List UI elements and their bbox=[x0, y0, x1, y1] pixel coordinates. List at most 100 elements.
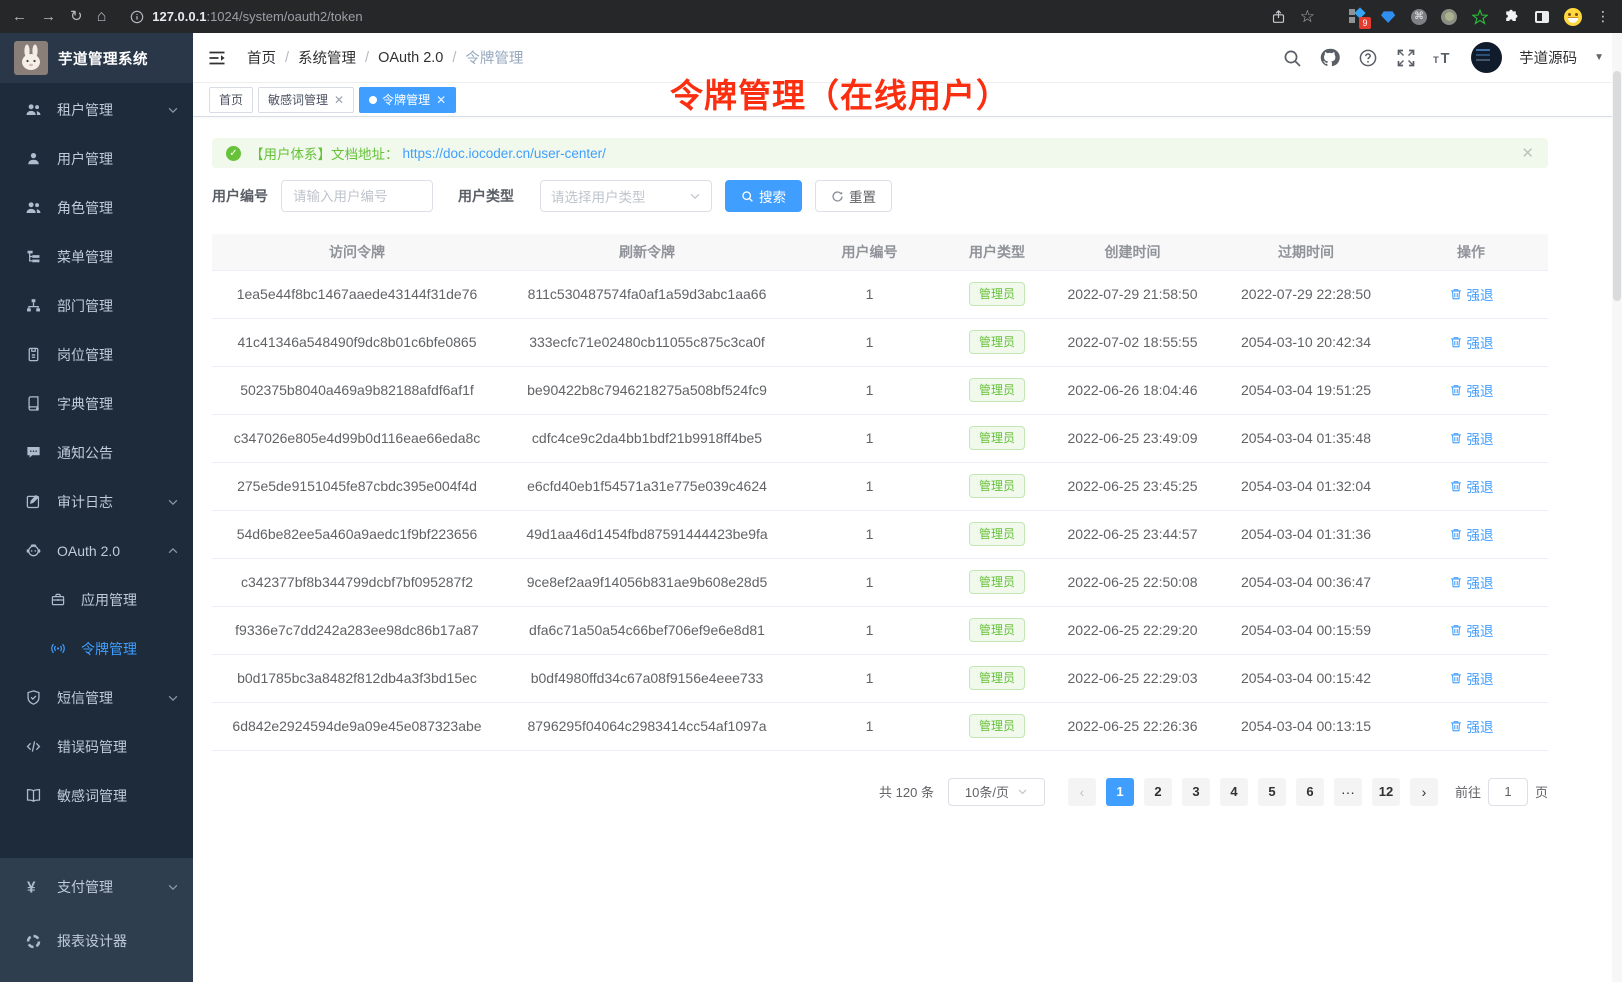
sidebar-item-notice-chat[interactable]: 通知公告 bbox=[0, 428, 193, 477]
force-logout-button[interactable]: 强退 bbox=[1449, 572, 1494, 592]
page-button[interactable]: 2 bbox=[1144, 778, 1172, 806]
url-host: 127.0.0.1 bbox=[152, 9, 206, 24]
extension-puzzle-icon[interactable] bbox=[1502, 8, 1519, 25]
breadcrumb-item[interactable]: 系统管理 bbox=[298, 47, 356, 68]
sidebar-item-pay-yen[interactable]: ¥支付管理 bbox=[0, 860, 193, 914]
breadcrumb-item[interactable]: 首页 bbox=[247, 47, 276, 68]
github-icon[interactable] bbox=[1319, 47, 1340, 68]
address-bar[interactable]: 127.0.0.1:1024/system/oauth2/token bbox=[130, 9, 362, 24]
sidebar-item-org[interactable]: 部门管理 bbox=[0, 281, 193, 330]
font-size-icon[interactable]: TT bbox=[1433, 47, 1454, 68]
rabbit-logo-icon bbox=[14, 41, 48, 75]
action-cell: 强退 bbox=[1394, 654, 1548, 702]
home-icon[interactable]: ⌂ bbox=[97, 9, 107, 25]
site-info-icon[interactable] bbox=[130, 10, 144, 24]
tab-item[interactable]: 首页 bbox=[209, 87, 253, 113]
page-button[interactable]: 1 bbox=[1106, 778, 1134, 806]
breadcrumb-item[interactable]: 令牌管理 bbox=[465, 47, 523, 68]
access-token-cell: 54d6be82ee5a460a9aedc1f9bf223656 bbox=[212, 510, 502, 558]
sidebar-item-label: 短信管理 bbox=[57, 688, 167, 708]
page-button[interactable]: 6 bbox=[1296, 778, 1324, 806]
user-id-cell: 1 bbox=[792, 654, 947, 702]
page-button[interactable]: 5 bbox=[1258, 778, 1286, 806]
sidebar-item-menu-tree[interactable]: 菜单管理 bbox=[0, 232, 193, 281]
user-name[interactable]: 芋道源码 bbox=[1519, 47, 1577, 68]
user-type-select[interactable]: 请选择用户类型 bbox=[540, 180, 712, 212]
force-logout-button[interactable]: 强退 bbox=[1449, 668, 1494, 688]
page-size-select[interactable]: 10条/页 bbox=[948, 778, 1045, 806]
share-icon[interactable] bbox=[1271, 9, 1286, 24]
goto-page-input[interactable] bbox=[1488, 778, 1528, 806]
chevron-up-icon bbox=[167, 545, 179, 557]
expires-at-cell: 2054-03-04 01:31:36 bbox=[1218, 510, 1394, 558]
user-avatar[interactable] bbox=[1471, 42, 1502, 73]
force-logout-button[interactable]: 强退 bbox=[1449, 524, 1494, 544]
access-token-cell: 1ea5e44f8bc1467aaede43144f31de76 bbox=[212, 270, 502, 318]
sidebar-item-post-badge[interactable]: 岗位管理 bbox=[0, 330, 193, 379]
sidebar-item-report-designer[interactable]: 报表设计器 bbox=[0, 914, 193, 968]
notice-chat-icon bbox=[24, 444, 42, 462]
profile-avatar-icon[interactable] bbox=[1564, 8, 1582, 26]
extension-gem-icon[interactable] bbox=[1380, 8, 1397, 25]
sidebar-item-app-briefcase[interactable]: 应用管理 bbox=[0, 575, 193, 624]
sidebar-item-errorcode[interactable]: 错误码管理 bbox=[0, 722, 193, 771]
force-logout-button[interactable]: 强退 bbox=[1449, 476, 1494, 496]
filter-form: 用户编号 用户类型 请选择用户类型 搜索 bbox=[212, 180, 1548, 212]
tab-close-icon[interactable]: ✕ bbox=[334, 93, 344, 107]
sidebar-item-robot[interactable]: OAuth 2.0 bbox=[0, 526, 193, 575]
page-button[interactable]: 4 bbox=[1220, 778, 1248, 806]
robot-icon bbox=[24, 542, 42, 560]
next-page-button[interactable]: › bbox=[1410, 778, 1438, 806]
force-logout-button[interactable]: 强退 bbox=[1449, 332, 1494, 352]
bookmark-star-icon[interactable]: ☆ bbox=[1300, 8, 1315, 25]
sidebar-item-audit-log[interactable]: 审计日志 bbox=[0, 477, 193, 526]
force-logout-button[interactable]: 强退 bbox=[1449, 428, 1494, 448]
more-pages-button[interactable]: ··· bbox=[1334, 778, 1362, 806]
page-button[interactable]: 3 bbox=[1182, 778, 1210, 806]
tab-item[interactable]: 敏感词管理✕ bbox=[258, 87, 354, 113]
prev-page-button[interactable]: ‹ bbox=[1068, 778, 1096, 806]
sidebar-panel-icon[interactable] bbox=[1533, 8, 1550, 25]
trash-icon bbox=[1449, 623, 1463, 637]
sidebar-item-token-broadcast[interactable]: 令牌管理 bbox=[0, 624, 193, 673]
tab-active[interactable]: 令牌管理✕ bbox=[359, 87, 456, 113]
sidebar-item-users[interactable]: 租户管理 bbox=[0, 85, 193, 134]
force-logout-button[interactable]: 强退 bbox=[1449, 380, 1494, 400]
help-icon[interactable] bbox=[1357, 47, 1378, 68]
force-logout-button[interactable]: 强退 bbox=[1449, 284, 1494, 304]
doc-link[interactable]: https://doc.iocoder.cn/user-center/ bbox=[403, 146, 606, 161]
breadcrumb-separator: / bbox=[285, 50, 289, 66]
extension-command-icon[interactable]: ⌘ bbox=[1411, 9, 1427, 25]
back-icon[interactable]: ← bbox=[12, 9, 27, 24]
sidebar-item-user[interactable]: 用户管理 bbox=[0, 134, 193, 183]
sidebar-item-sensitive-book[interactable]: 敏感词管理 bbox=[0, 771, 193, 820]
scrollbar[interactable] bbox=[1612, 33, 1622, 982]
sidebar-item-sms-shield[interactable]: 短信管理 bbox=[0, 673, 193, 722]
logo[interactable]: 芋道管理系统 bbox=[0, 33, 193, 83]
tab-close-icon[interactable]: ✕ bbox=[436, 93, 446, 107]
page-button[interactable]: 12 bbox=[1372, 778, 1400, 806]
search-button[interactable]: 搜索 bbox=[725, 180, 802, 212]
column-header: 访问令牌 bbox=[212, 234, 502, 270]
breadcrumb-item[interactable]: OAuth 2.0 bbox=[378, 50, 443, 66]
force-logout-button[interactable]: 强退 bbox=[1449, 716, 1494, 736]
reset-button[interactable]: 重置 bbox=[815, 180, 892, 212]
sidebar-item-roles[interactable]: 角色管理 bbox=[0, 183, 193, 232]
expires-at-cell: 2054-03-04 19:51:25 bbox=[1218, 366, 1394, 414]
action-cell: 强退 bbox=[1394, 462, 1548, 510]
user-id-input[interactable] bbox=[281, 180, 433, 212]
sidebar-item-dict-book[interactable]: 字典管理 bbox=[0, 379, 193, 428]
alert-close-icon[interactable]: ✕ bbox=[1521, 144, 1534, 162]
forward-icon[interactable]: → bbox=[41, 9, 56, 24]
fullscreen-icon[interactable] bbox=[1395, 47, 1416, 68]
collapse-menu-icon[interactable] bbox=[207, 47, 229, 69]
search-icon[interactable] bbox=[1281, 47, 1302, 68]
extension-circle-icon[interactable] bbox=[1441, 9, 1457, 25]
extension-star-icon[interactable] bbox=[1471, 8, 1488, 25]
browser-menu-icon[interactable]: ⋮ bbox=[1596, 8, 1610, 25]
reload-icon[interactable]: ↻ bbox=[70, 9, 83, 24]
table-header-row: 访问令牌刷新令牌用户编号用户类型创建时间过期时间操作 bbox=[212, 234, 1548, 270]
force-logout-button[interactable]: 强退 bbox=[1449, 620, 1494, 640]
extension-grid-icon[interactable]: 9 bbox=[1349, 8, 1366, 25]
user-caret-icon[interactable]: ▼ bbox=[1594, 52, 1604, 63]
